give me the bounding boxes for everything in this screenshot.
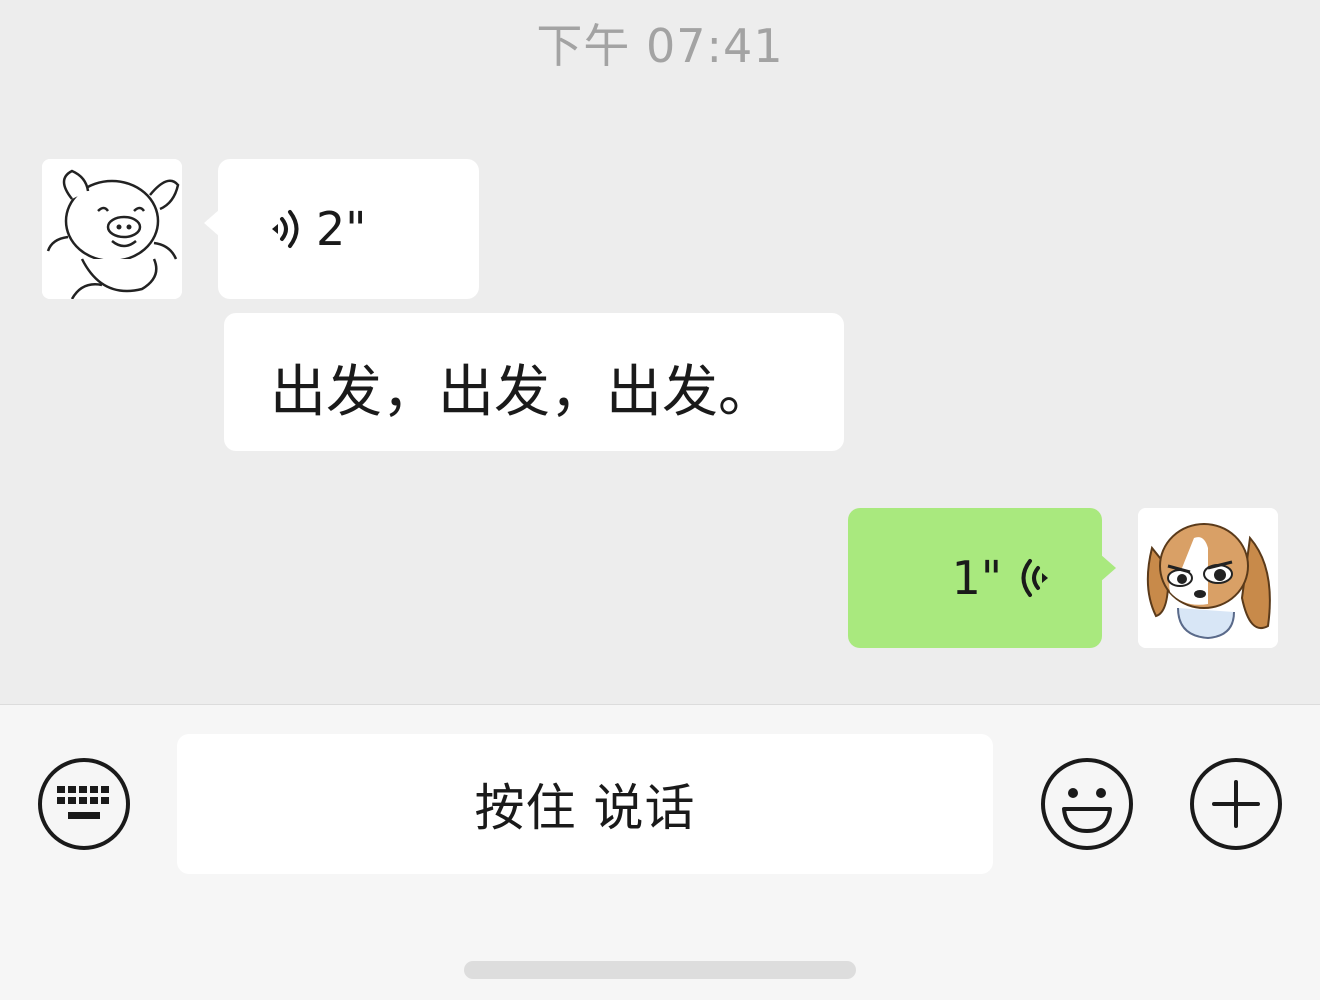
voice-duration: 1" — [951, 551, 1002, 605]
voice-duration: 2" — [316, 202, 367, 256]
hold-to-talk-button[interactable]: 按住 说话 — [177, 734, 993, 874]
message-text: 出发，出发，出发。 — [270, 360, 774, 425]
voice-wave-icon — [266, 207, 306, 251]
keyboard-icon[interactable] — [37, 757, 131, 851]
pig-avatar[interactable] — [42, 159, 182, 299]
chat-area: 下午 07:41 2" 出发，出发，出发。 1" — [0, 0, 1320, 704]
input-bar: 按住 说话 — [0, 704, 1320, 1000]
voice-message-sent[interactable]: 1" — [848, 508, 1116, 648]
plus-icon[interactable] — [1189, 757, 1283, 851]
voice-wave-icon — [1014, 556, 1054, 600]
home-indicator[interactable] — [464, 961, 856, 979]
emoji-icon[interactable] — [1040, 757, 1134, 851]
voice-message-received[interactable]: 2" — [204, 159, 479, 299]
timestamp: 下午 07:41 — [536, 19, 784, 73]
dog-avatar[interactable] — [1138, 508, 1278, 648]
text-message-received[interactable]: 出发，出发，出发。 — [224, 313, 844, 451]
